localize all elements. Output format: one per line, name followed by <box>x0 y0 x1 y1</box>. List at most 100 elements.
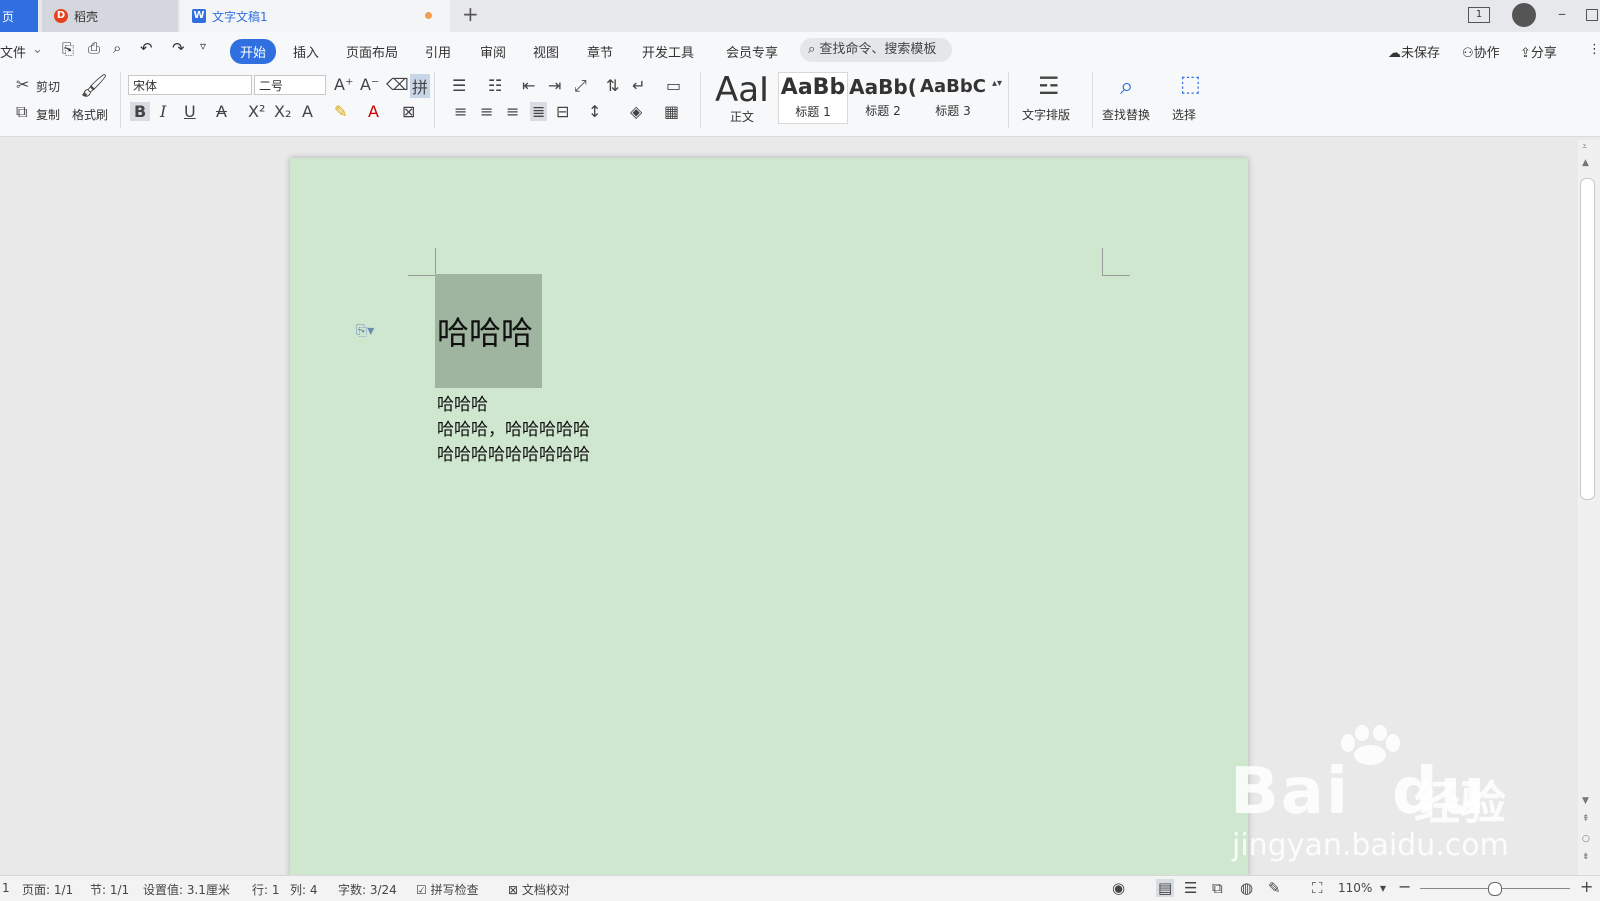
bold-icon[interactable]: B <box>130 102 151 121</box>
highlight-icon[interactable]: ✎ <box>334 102 347 121</box>
grow-font-icon[interactable]: A⁺ <box>334 75 353 94</box>
doc-proof-button[interactable]: ⊠ 文档校对 <box>508 881 570 898</box>
font-size-select[interactable]: 二号 <box>254 75 326 95</box>
format-painter-button[interactable]: 格式刷 <box>72 106 108 123</box>
row-status[interactable]: 行: 1 <box>252 881 280 898</box>
table-lines-icon[interactable]: ▭ <box>666 76 681 95</box>
document-page[interactable] <box>290 158 1248 878</box>
spell-check-button[interactable]: ☑ 拼写检查 <box>416 881 479 898</box>
justify-icon[interactable]: ≣ <box>530 102 548 121</box>
decrease-indent-icon[interactable]: ⇤ <box>522 76 535 95</box>
reading-view-icon[interactable]: ⧉ <box>1212 879 1223 897</box>
scroll-top-icon[interactable]: ⩡ <box>1582 142 1587 152</box>
write-mode-icon[interactable]: ✎ <box>1268 879 1281 897</box>
select-icon[interactable]: ⬚ <box>1180 72 1201 97</box>
menu-layout[interactable]: 页面布局 <box>346 42 398 61</box>
setting-status[interactable]: 设置值: 3.1厘米 <box>143 881 230 898</box>
zoom-dropdown-icon[interactable]: ▾ <box>1380 881 1386 895</box>
styles-more-icon[interactable]: ▴▾ <box>992 78 1002 89</box>
menu-chapter[interactable]: 章节 <box>587 42 613 61</box>
chevron-down-icon[interactable]: ⌄ <box>32 42 43 57</box>
document-heading[interactable]: 哈哈哈 <box>437 308 533 354</box>
copy-button[interactable]: 复制 <box>36 106 60 123</box>
find-replace-button[interactable]: 查找替换 <box>1102 106 1150 123</box>
style-normal[interactable]: AaI 正文 <box>706 72 778 124</box>
text-layout-button[interactable]: 文字排版 <box>1022 106 1070 123</box>
next-page-icon[interactable]: ⇟ <box>1582 852 1590 862</box>
zoom-out-icon[interactable]: − <box>1398 877 1411 896</box>
find-replace-icon[interactable]: ⌕ <box>1120 72 1133 100</box>
select-button[interactable]: 选择 <box>1172 106 1196 123</box>
redo-icon[interactable]: ↷ <box>172 39 185 57</box>
text-layout-icon[interactable]: ☲ <box>1038 72 1060 100</box>
document-line[interactable]: 哈哈哈哈哈哈哈哈哈 <box>437 440 590 465</box>
align-right-icon[interactable]: ≡ <box>506 102 519 121</box>
menu-insert[interactable]: 插入 <box>293 42 319 61</box>
window-count-icon[interactable]: 1 <box>1468 7 1490 23</box>
new-tab-button[interactable]: + <box>462 2 479 26</box>
menu-view[interactable]: 视图 <box>533 42 559 61</box>
show-marks-icon[interactable]: ↵ <box>632 76 645 95</box>
menu-references[interactable]: 引用 <box>425 42 451 61</box>
zoom-slider-handle[interactable] <box>1488 882 1502 896</box>
cut-button[interactable]: 剪切 <box>36 78 60 95</box>
document-line[interactable]: 哈哈哈 <box>437 390 488 415</box>
zoom-level[interactable]: 110% <box>1338 881 1372 895</box>
menu-review[interactable]: 审阅 <box>480 42 506 61</box>
align-left-icon[interactable]: ≡ <box>454 102 467 121</box>
document-line[interactable]: 哈哈哈，哈哈哈哈哈 <box>437 415 590 440</box>
menu-vip[interactable]: 会员专享 <box>726 42 778 61</box>
style-heading-3[interactable]: AaBbC 标题 3 <box>918 72 988 124</box>
customize-icon[interactable]: ▿ <box>200 39 206 53</box>
style-heading-2[interactable]: AaBb(标题 2 <box>848 72 918 124</box>
tab-home[interactable]: 页 <box>0 0 38 32</box>
align-center-icon[interactable]: ≡ <box>480 102 493 121</box>
menu-start[interactable]: 开始 <box>230 39 277 64</box>
shrink-font-icon[interactable]: A⁻ <box>360 75 379 94</box>
tab-daoke[interactable]: D 稻壳 <box>42 0 178 32</box>
print-preview-icon[interactable]: ⌕ <box>113 39 121 57</box>
menu-devtools[interactable]: 开发工具 <box>642 42 694 61</box>
copy-icon[interactable]: ⧉ <box>16 102 27 122</box>
avatar[interactable] <box>1512 3 1536 27</box>
scrollbar-thumb[interactable] <box>1580 178 1595 500</box>
style-heading-1[interactable]: AaBb 标题 1 <box>778 72 848 124</box>
share-button[interactable]: ⇪分享 <box>1520 42 1557 61</box>
save-icon[interactable]: ⎘ <box>62 40 74 58</box>
bullet-list-icon[interactable]: ☰ <box>452 76 466 95</box>
command-search[interactable]: ⌕ 查找命令、搜索模板 <box>800 38 952 62</box>
italic-icon[interactable]: I <box>160 102 166 121</box>
collab-button[interactable]: ⚇协作 <box>1462 42 1500 61</box>
prev-page-icon[interactable]: ⇞ <box>1582 814 1590 824</box>
section-status[interactable]: 节: 1/1 <box>90 881 129 898</box>
zoom-in-icon[interactable]: + <box>1580 877 1593 896</box>
numbered-list-icon[interactable]: ☷ <box>488 76 502 95</box>
outline-view-icon[interactable]: ☰ <box>1184 879 1197 897</box>
font-name-select[interactable]: 宋体 <box>128 75 252 95</box>
scroll-down-icon[interactable]: ▼ <box>1582 796 1589 806</box>
web-view-icon[interactable]: ◍ <box>1240 879 1253 897</box>
format-painter-icon[interactable]: 🖌 <box>80 74 108 99</box>
clear-format-icon[interactable]: ⌫ <box>386 75 409 94</box>
subscript-icon[interactable]: X₂ <box>274 102 291 121</box>
font-color-icon[interactable]: A <box>368 102 379 121</box>
page-status[interactable]: 页面: 1/1 <box>22 881 73 898</box>
more-icon[interactable]: ⋮ <box>1588 42 1600 57</box>
increase-indent-icon[interactable]: ⇥ <box>548 76 561 95</box>
word-count[interactable]: 字数: 3/24 <box>338 881 397 898</box>
underline-icon[interactable]: U <box>184 102 196 121</box>
print-icon[interactable]: ⎙ <box>88 39 100 57</box>
shading-icon[interactable]: ◈ <box>630 102 642 121</box>
pinyin-guide-icon[interactable]: 拼 <box>410 74 431 98</box>
sort-icon[interactable]: ⇅ <box>606 76 619 95</box>
strikethrough-icon[interactable]: A <box>216 102 227 121</box>
undo-icon[interactable]: ↶ <box>140 39 153 57</box>
line-spacing-icon[interactable]: ↕ <box>588 102 601 121</box>
restore-icon[interactable] <box>1586 9 1598 21</box>
superscript-icon[interactable]: X² <box>248 102 265 121</box>
scissors-icon[interactable]: ✂ <box>16 75 29 94</box>
borders-icon[interactable]: ▦ <box>664 102 679 121</box>
column-status[interactable]: 列: 4 <box>290 881 318 898</box>
distribute-icon[interactable]: ⊟ <box>556 102 569 121</box>
page-view-icon[interactable]: ▤ <box>1156 879 1175 897</box>
